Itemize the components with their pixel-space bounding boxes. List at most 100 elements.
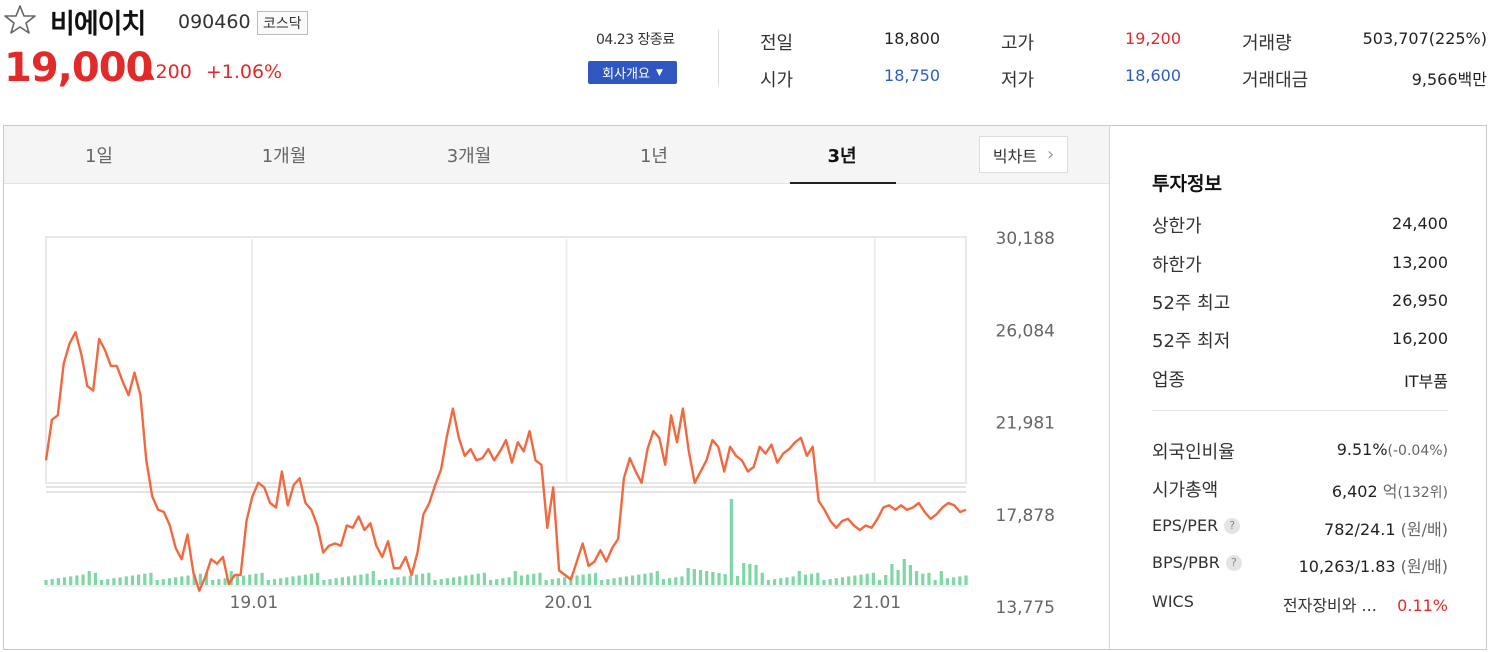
wics-value[interactable]: 전자장비와 ... xyxy=(1283,596,1377,615)
tab-3month[interactable]: 3개월 xyxy=(424,142,514,168)
x-tick-label: 20.01 xyxy=(544,593,593,613)
eps-per: 782/24.1 (원/배) xyxy=(1324,516,1448,540)
bps-pbr: 10,263/1.83 (원/배) xyxy=(1299,553,1448,577)
bps-pbr-label-wrap: BPS/PBR? xyxy=(1152,553,1242,572)
volume-bar xyxy=(556,578,561,585)
bigchart-button[interactable]: 빅차트 › xyxy=(979,136,1068,173)
market-cap-label: 시가총액 xyxy=(1152,480,1219,501)
volume-bar xyxy=(705,571,709,585)
volume-bar xyxy=(106,579,110,585)
market-cap-row: 시가총액 6,402 억(132위) xyxy=(1152,476,1448,502)
high-label: 고가 xyxy=(1001,33,1035,54)
volume-bar xyxy=(365,573,369,585)
volume-bar xyxy=(217,579,221,585)
volume-bar xyxy=(334,578,338,585)
low-value: 18,600 xyxy=(1125,66,1181,85)
volume-bar xyxy=(828,579,832,585)
sector-value[interactable]: IT부품 xyxy=(1404,368,1448,392)
volume-bar xyxy=(779,578,783,585)
volume-bar xyxy=(600,580,604,585)
chevron-right-icon: › xyxy=(1046,144,1055,165)
volume-bar xyxy=(414,574,419,585)
volume-bar xyxy=(692,569,696,585)
volume-bar xyxy=(896,570,900,585)
low52-value: 16,200 xyxy=(1392,329,1448,348)
caret-down-icon: ▼ xyxy=(655,67,663,78)
market-cap-value: 6,402 xyxy=(1331,482,1378,501)
y-tick-label: 21,981 xyxy=(996,414,1055,434)
volume-bar xyxy=(272,579,277,585)
favorite-star-icon[interactable] xyxy=(2,4,38,34)
volume-bar xyxy=(458,576,462,585)
volume-bar xyxy=(884,575,888,585)
volume-bar xyxy=(161,579,165,585)
volume-bar xyxy=(550,579,554,585)
open-value: 18,750 xyxy=(884,66,940,85)
tab-1month[interactable]: 1개월 xyxy=(239,142,329,168)
company-overview-button[interactable]: 회사개요 ▼ xyxy=(588,61,677,84)
volume-value: 503,707(225%) xyxy=(1362,29,1487,48)
help-icon[interactable]: ? xyxy=(1225,555,1242,571)
volume-bar xyxy=(427,572,431,585)
volume-bar xyxy=(563,577,567,585)
low52-row: 52주 최저 16,200 xyxy=(1152,327,1448,352)
volume-bar xyxy=(754,565,758,585)
volume-bar xyxy=(112,578,116,585)
plot-frame xyxy=(45,236,967,484)
volume-bar xyxy=(130,575,135,585)
volume-bar xyxy=(915,571,919,585)
volume-bar xyxy=(241,575,246,585)
volume-bar xyxy=(581,574,585,585)
info-divider xyxy=(1152,410,1448,411)
volume-bar xyxy=(501,578,505,585)
volume-bar xyxy=(810,573,814,585)
wics-change: 0.11% xyxy=(1397,596,1448,615)
volume-bar xyxy=(297,575,301,585)
volume-bar xyxy=(921,573,925,585)
volume-bar xyxy=(840,577,845,585)
volume-bar xyxy=(717,573,721,585)
volume-bar xyxy=(254,573,258,585)
price-chart[interactable]: 30,188 26,084 21,981 17,878 13,775 19.01 20.0… xyxy=(4,184,1109,649)
eps-per-unit: (원/배) xyxy=(1400,520,1448,539)
volume-bar xyxy=(612,578,616,585)
wics-row: WICS 전자장비와 ... 0.11% xyxy=(1152,590,1448,615)
volume-bar xyxy=(309,573,314,585)
volume-bar xyxy=(680,576,684,585)
volume-bar xyxy=(742,563,746,585)
y-axis-ticks: 30,188 26,084 21,981 17,878 13,775 xyxy=(996,229,1055,618)
tab-1day[interactable]: 1일 xyxy=(54,142,144,168)
volume-bar xyxy=(167,578,172,585)
volume-bar xyxy=(421,573,425,585)
volume-bar xyxy=(353,575,357,585)
tab-1year[interactable]: 1년 xyxy=(609,142,699,168)
volume-bars xyxy=(44,499,968,585)
volume-bar xyxy=(56,578,60,585)
volume-bar xyxy=(748,564,752,585)
bps-pbr-label: BPS/PBR xyxy=(1152,553,1220,572)
volume-bar xyxy=(637,574,641,585)
volume-bar xyxy=(933,580,937,585)
high52-value: 26,950 xyxy=(1392,291,1448,310)
sector-row: 업종 IT부품 xyxy=(1152,366,1448,392)
volume-bar xyxy=(822,580,826,585)
volume-bar xyxy=(260,572,264,585)
volume-bar xyxy=(470,574,474,585)
volume-bar xyxy=(513,571,517,585)
volume-bar xyxy=(149,572,153,585)
volume-bar xyxy=(785,577,789,585)
volume-bar xyxy=(118,577,122,585)
volume-bar xyxy=(87,571,91,585)
market-cap: 6,402 억(132위) xyxy=(1332,478,1448,502)
volume-bar xyxy=(266,580,270,585)
help-icon[interactable]: ? xyxy=(1224,518,1241,534)
volume-bar xyxy=(507,577,511,585)
volume-bar xyxy=(180,576,184,585)
upper-limit-row: 상한가 24,400 xyxy=(1152,212,1448,237)
volume-bar xyxy=(902,559,906,585)
volume-bar xyxy=(69,576,73,585)
tab-3year[interactable]: 3년 xyxy=(797,142,887,168)
volume-bar xyxy=(630,575,635,585)
volume-bar xyxy=(686,568,690,585)
x-tick-label: 21.01 xyxy=(852,593,901,613)
